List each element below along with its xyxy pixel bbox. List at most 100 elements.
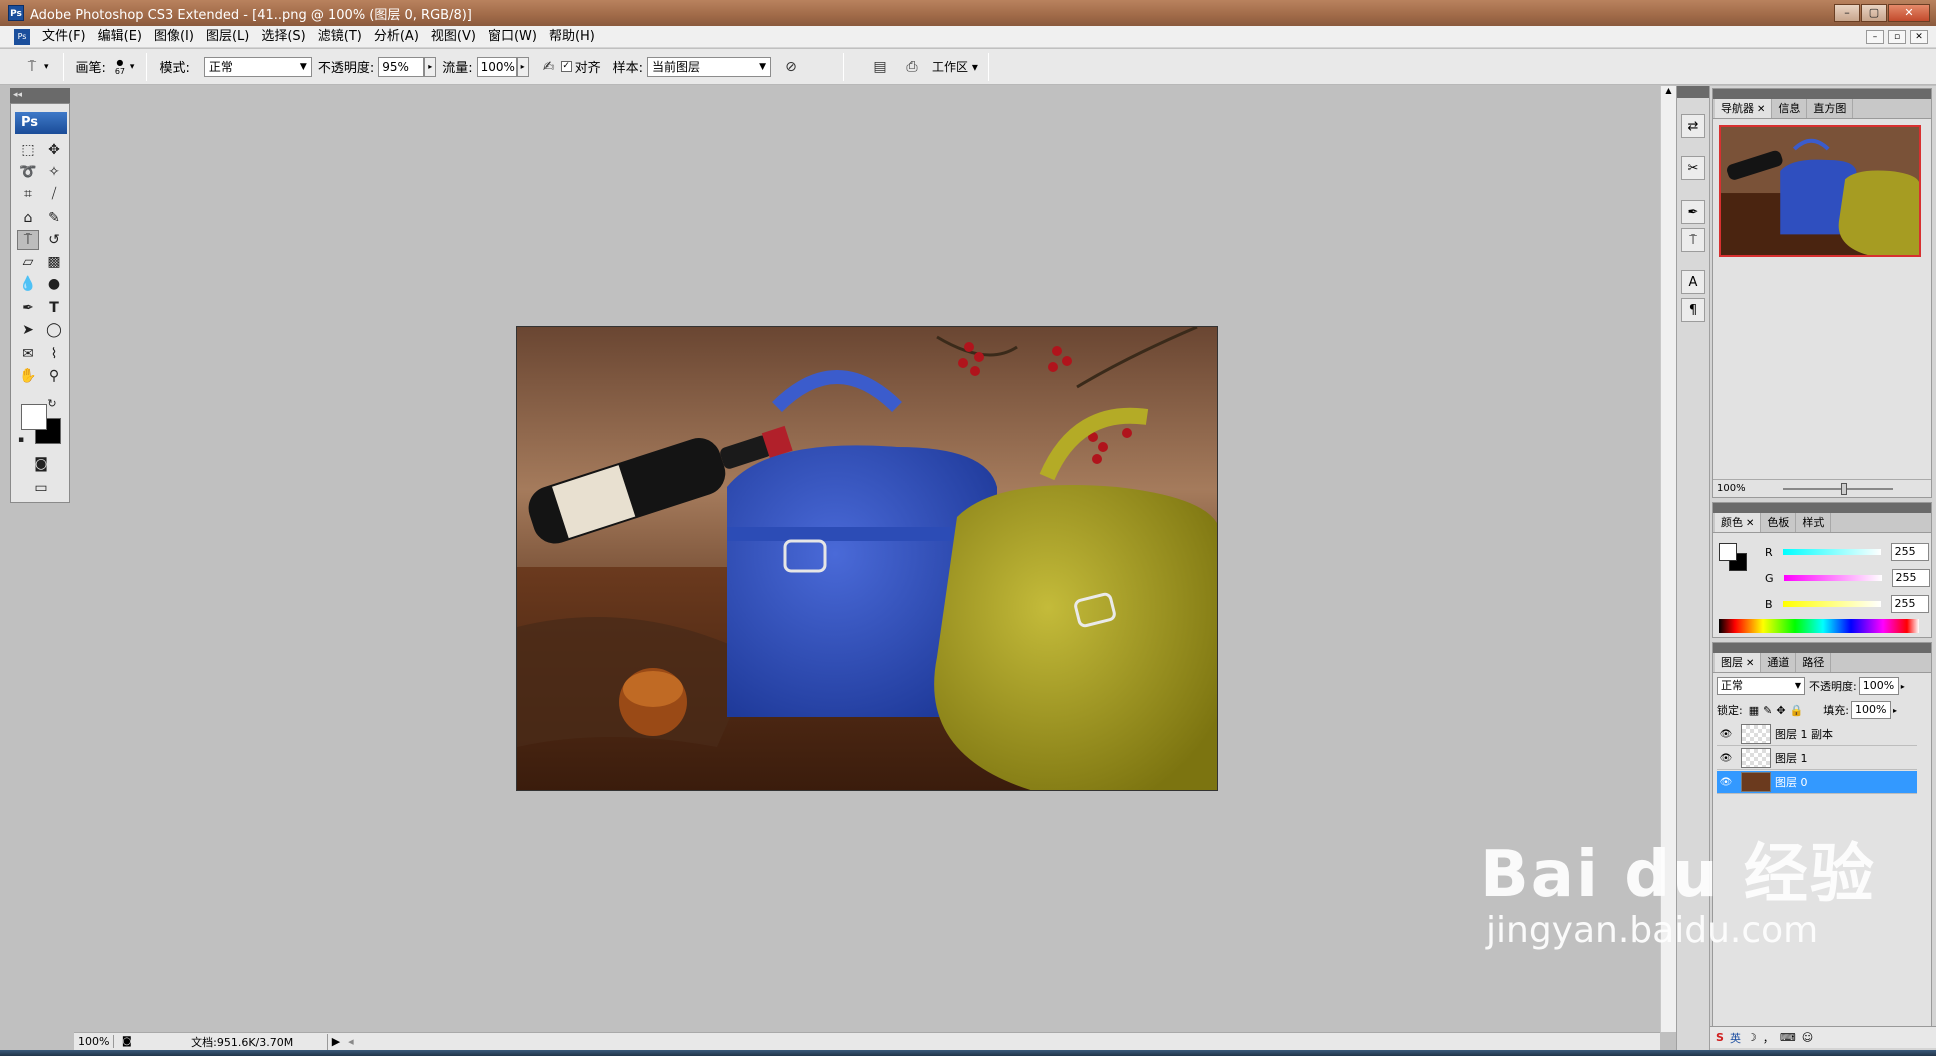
close-icon[interactable]: ✕ <box>1746 658 1754 669</box>
fill-arrow-icon[interactable]: ▸ <box>1893 706 1897 715</box>
tab-info[interactable]: 信息 <box>1772 99 1808 118</box>
layer-row[interactable]: 👁 图层 1 副本 <box>1717 723 1917 746</box>
minimize-button[interactable]: – <box>1834 4 1860 22</box>
color-fg-swatch[interactable] <box>1719 543 1737 561</box>
gradient-tool-icon[interactable]: ▩ <box>43 252 65 272</box>
visibility-eye-icon[interactable]: 👁 <box>1717 729 1735 740</box>
hand-tool-icon[interactable]: ✋ <box>17 366 39 386</box>
tab-color[interactable]: 颜色 ✕ <box>1715 513 1762 532</box>
zoom-slider-handle[interactable] <box>1841 483 1847 495</box>
zoom-level[interactable]: 100% <box>74 1035 114 1048</box>
foreground-color-swatch[interactable] <box>21 404 47 430</box>
tool-presets-icon[interactable]: ✂ <box>1681 156 1705 180</box>
healing-brush-tool-icon[interactable]: ⌂ <box>17 208 39 228</box>
tab-paths[interactable]: 路径 <box>1796 653 1832 672</box>
document-canvas[interactable] <box>516 326 1218 791</box>
ime-punct-icon[interactable]: ， <box>1763 1030 1774 1046</box>
zoom-tool-icon[interactable]: ⚲ <box>43 366 65 386</box>
toolbox-header[interactable]: ◂◂ <box>10 88 70 103</box>
close-icon[interactable]: ✕ <box>1757 104 1765 115</box>
menu-image[interactable]: 图像(I) <box>148 26 200 48</box>
green-slider[interactable] <box>1783 575 1882 581</box>
opacity-input[interactable]: 95% <box>378 56 425 77</box>
menu-select[interactable]: 选择(S) <box>255 26 311 48</box>
eyedropper-tool-icon[interactable]: ⌇ <box>43 344 65 364</box>
menu-help[interactable]: 帮助(H) <box>543 26 601 48</box>
menu-file[interactable]: 文件(F) <box>36 26 92 48</box>
default-colors-icon[interactable]: ▪ <box>15 434 27 446</box>
fill-input[interactable]: 100% <box>1850 701 1891 719</box>
lock-all-icon[interactable]: 🔒 <box>1790 704 1804 717</box>
workspace-button[interactable]: 工作区 ▾ <box>932 58 978 75</box>
status-menu-icon[interactable]: ◙ <box>122 1036 132 1047</box>
tab-histogram[interactable]: 直方图 <box>1807 99 1854 118</box>
blue-slider[interactable] <box>1782 601 1881 607</box>
ime-user-icon[interactable]: ☺ <box>1802 1031 1813 1044</box>
swap-colors-icon[interactable]: ↻ <box>45 396 59 410</box>
type-tool-icon[interactable]: T <box>43 298 65 318</box>
status-arrow-icon[interactable]: ▶ <box>332 1035 340 1048</box>
paragraph-icon[interactable]: ¶ <box>1681 298 1705 322</box>
notes-tool-icon[interactable]: ✉ <box>17 344 39 364</box>
aligned-checkbox[interactable]: ✓ <box>560 61 572 72</box>
doc-close-button[interactable]: ✕ <box>1910 30 1928 44</box>
sample-select[interactable]: 当前图层 ▼ <box>647 56 772 77</box>
green-value[interactable]: 255 <box>1891 569 1930 587</box>
ime-keyboard-icon[interactable]: ⌨ <box>1780 1031 1796 1044</box>
slice-tool-icon[interactable]: ⧸ <box>43 184 65 204</box>
opacity-arrow-icon[interactable]: ▸ <box>1901 682 1905 691</box>
ignore-adjustment-icon[interactable]: ⊘ <box>779 55 803 79</box>
tab-layers[interactable]: 图层 ✕ <box>1715 653 1762 672</box>
close-icon[interactable]: ✕ <box>1746 518 1754 529</box>
clone-stamp-preset-icon[interactable]: ⍑ <box>20 55 44 79</box>
menu-edit[interactable]: 编辑(E) <box>92 26 148 48</box>
bridge-icon[interactable]: ⎙ <box>900 55 924 79</box>
magic-wand-tool-icon[interactable]: ✧ <box>43 162 65 182</box>
brush-tool-icon[interactable]: ✎ <box>43 208 65 228</box>
menu-filter[interactable]: 滤镜(T) <box>312 26 368 48</box>
lock-position-icon[interactable]: ✥ <box>1776 704 1785 717</box>
layer-row[interactable]: 👁 图层 1 <box>1717 747 1917 770</box>
red-value[interactable]: 255 <box>1890 543 1929 561</box>
hscroll-left-icon[interactable]: ◂ <box>348 1035 354 1048</box>
palette-well-icon[interactable]: ▤ <box>868 55 892 79</box>
history-icon[interactable]: ⇄ <box>1681 114 1705 138</box>
doc-minimize-button[interactable]: – <box>1866 30 1884 44</box>
airbrush-icon[interactable]: ✍ <box>537 55 561 79</box>
blend-mode-select[interactable]: 正常 ▼ <box>1717 677 1805 695</box>
menu-view[interactable]: 视图(V) <box>425 26 482 48</box>
marquee-tool-icon[interactable]: ⬚ <box>17 140 39 160</box>
ime-mode[interactable]: 英 <box>1730 1030 1741 1046</box>
layer-row-selected[interactable]: 👁 图层 0 <box>1717 771 1917 794</box>
move-tool-icon[interactable]: ✥ <box>43 140 65 160</box>
pen-tool-icon[interactable]: ✒ <box>17 298 39 318</box>
character-icon[interactable]: A <box>1681 270 1705 294</box>
lock-transparency-icon[interactable]: ▦ <box>1749 704 1759 717</box>
sogou-icon[interactable]: S <box>1716 1031 1724 1044</box>
close-button[interactable]: ✕ <box>1888 4 1930 22</box>
color-spectrum[interactable] <box>1719 619 1919 633</box>
tab-styles[interactable]: 样式 <box>1796 513 1832 532</box>
brush-picker[interactable]: ● 67 <box>110 58 130 76</box>
scroll-up-icon[interactable]: ▲ <box>1661 86 1676 95</box>
menu-layer[interactable]: 图层(L) <box>200 26 255 48</box>
blur-tool-icon[interactable]: 💧 <box>17 274 39 294</box>
clone-stamp-tool-icon[interactable]: ⍑ <box>17 230 39 250</box>
doc-restore-button[interactable]: ▫ <box>1888 30 1906 44</box>
lock-pixels-icon[interactable]: ✎ <box>1763 704 1772 717</box>
mode-select[interactable]: 正常 ▼ <box>203 56 312 77</box>
screen-mode-icon[interactable]: ▭ <box>25 478 57 498</box>
history-brush-tool-icon[interactable]: ↺ <box>43 230 65 250</box>
layer-opacity-input[interactable]: 100% <box>1858 677 1899 695</box>
lasso-tool-icon[interactable]: ➰ <box>17 162 39 182</box>
menu-window[interactable]: 窗口(W) <box>482 26 543 48</box>
path-selection-tool-icon[interactable]: ➤ <box>17 320 39 340</box>
brush-dropdown-icon[interactable]: ▾ <box>130 62 135 72</box>
visibility-eye-icon[interactable]: 👁 <box>1717 753 1735 764</box>
ime-moon-icon[interactable]: ☽ <box>1747 1031 1757 1044</box>
blue-value[interactable]: 255 <box>1890 595 1929 613</box>
visibility-eye-icon[interactable]: 👁 <box>1717 777 1735 788</box>
tab-swatches[interactable]: 色板 <box>1761 513 1797 532</box>
shape-tool-icon[interactable]: ◯ <box>43 320 65 340</box>
opacity-stepper[interactable]: ▸ <box>424 56 437 77</box>
